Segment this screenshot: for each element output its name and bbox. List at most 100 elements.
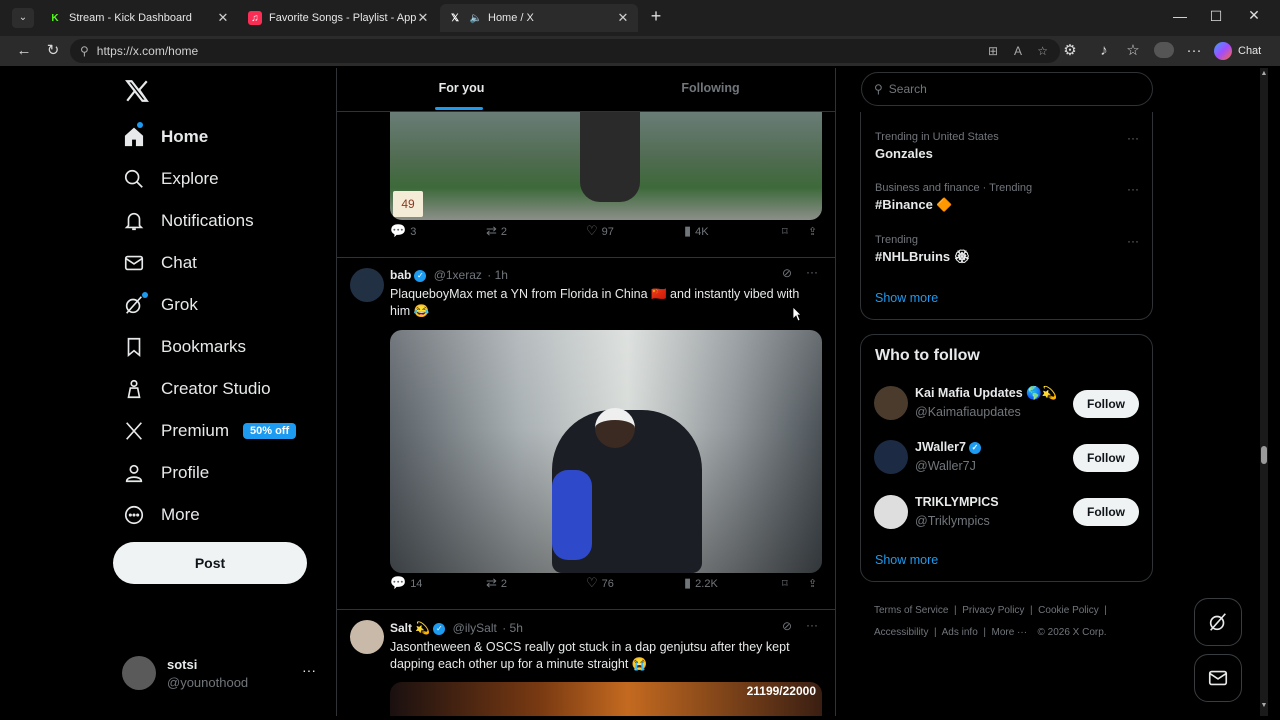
follow-button[interactable]: Follow [1073, 444, 1139, 472]
footer-link-terms[interactable]: Terms of Service [874, 605, 948, 616]
footer-link-privacy[interactable]: Privacy Policy [962, 605, 1024, 616]
trends-show-more-link[interactable]: Show more [875, 291, 938, 305]
tweet-more-icon[interactable]: ··· [806, 618, 818, 632]
repost-button[interactable]: ⇄ 2 [486, 223, 507, 239]
search-input[interactable]: ⚲ Search [861, 72, 1153, 106]
trend-item[interactable]: Business and finance · Trending #Binance… [875, 182, 1139, 213]
tweet-author-handle[interactable]: @1xeraz [434, 268, 482, 282]
account-more-icon[interactable]: ··· [302, 662, 316, 678]
trend-more-icon[interactable]: ··· [1127, 182, 1139, 196]
browser-tab-apple-music[interactable]: ♫ Favorite Songs - Playlist - Apple M ✕ [240, 4, 438, 32]
sidebar-item-explore[interactable]: Explore [123, 168, 219, 190]
close-tab-icon[interactable]: ✕ [216, 10, 230, 26]
reply-button[interactable]: 💬 3 [390, 223, 416, 239]
tweet-video[interactable]: 49 [390, 112, 822, 220]
sidebar-item-premium[interactable]: Premium 50% off [123, 420, 297, 442]
tweet-author-name[interactable]: Salt 💫 [390, 621, 430, 635]
trend-item[interactable]: Trending in United States Gonzales ··· [875, 131, 1139, 161]
copilot-icon [1214, 42, 1232, 60]
sidebar-item-notifications[interactable]: Notifications [123, 210, 254, 232]
close-tab-icon[interactable]: ✕ [416, 10, 430, 26]
scrollbar-thumb[interactable] [1261, 446, 1267, 464]
footer-link-ads-info[interactable]: Ads info [942, 627, 978, 638]
grok-float-button[interactable] [1194, 598, 1242, 646]
copilot-chat-button[interactable]: Chat [1214, 40, 1261, 62]
media-icon[interactable]: ♪ [1094, 41, 1114, 61]
tweet-author-avatar[interactable] [350, 268, 384, 302]
reader-icon[interactable]: ⊞ [988, 44, 998, 58]
favorites-icon[interactable]: ☆ [1123, 41, 1143, 61]
follow-suggestion-avatar[interactable] [874, 495, 908, 529]
speaker-icon[interactable]: 🔈 [469, 11, 483, 25]
like-button[interactable]: ♡ 97 [586, 223, 614, 239]
browser-profile-avatar[interactable] [1154, 42, 1174, 58]
close-window-icon[interactable]: ✕ [1244, 7, 1264, 27]
follow-button[interactable]: Follow [1073, 390, 1139, 418]
read-aloud-icon[interactable]: A [1014, 44, 1022, 58]
close-tab-icon[interactable]: ✕ [616, 10, 630, 26]
messages-float-button[interactable] [1194, 654, 1242, 702]
scrollbar-down-arrow[interactable]: ▼ [1260, 702, 1268, 712]
sidebar-item-profile[interactable]: Profile [123, 462, 209, 484]
site-info-icon[interactable]: ⚲ [80, 44, 89, 58]
account-switcher[interactable]: sotsi @younothood ··· [122, 656, 322, 692]
share-icon[interactable]: ⇪ [808, 577, 817, 590]
browser-tab-x-home[interactable]: 𝕏 🔈 Home / X ✕ [440, 4, 638, 32]
favorite-star-icon[interactable]: ☆ [1037, 44, 1048, 58]
bookmark-tweet-icon[interactable]: ⌑ [782, 225, 788, 238]
tweet-video[interactable]: 21199/22000 [390, 682, 822, 716]
trend-more-icon[interactable]: ··· [1127, 131, 1139, 145]
tweet-author-handle[interactable]: @ilySalt [453, 621, 497, 635]
follow-suggestion-avatar[interactable] [874, 386, 908, 420]
tweet-author-name[interactable]: bab [390, 268, 411, 282]
sidebar-item-more[interactable]: More [123, 504, 200, 526]
footer-link-more[interactable]: More ··· [992, 627, 1028, 638]
tweet-author-avatar[interactable] [350, 620, 384, 654]
refresh-icon[interactable]: ↻ [43, 41, 63, 61]
sidebar-item-bookmarks[interactable]: Bookmarks [123, 336, 246, 358]
share-icon[interactable]: ⇪ [808, 225, 817, 238]
address-bar-input[interactable]: ⚲ https://x.com/home ⊞ A ☆ [70, 39, 1060, 63]
follow-suggestion-name[interactable]: JWaller7 [915, 440, 966, 454]
reply-button[interactable]: 💬 14 [390, 575, 422, 591]
sidebar-item-creator-studio[interactable]: Creator Studio [123, 378, 271, 400]
trend-more-icon[interactable]: ··· [1127, 234, 1139, 248]
new-tab-icon[interactable]: + [646, 6, 666, 26]
x-logo-icon[interactable] [124, 78, 150, 104]
grok-explain-icon[interactable]: ⊘ [782, 619, 792, 633]
sidebar-item-chat[interactable]: Chat [123, 252, 197, 274]
extensions-icon[interactable]: ⚙ [1060, 41, 1080, 61]
post-button[interactable]: Post [113, 542, 307, 584]
follow-show-more-link[interactable]: Show more [875, 553, 938, 567]
trend-item[interactable]: Trending #NHLBruins 🏵 ··· [875, 234, 1139, 265]
browser-tab-kick[interactable]: K Stream - Kick Dashboard ✕ [40, 4, 238, 32]
views-button[interactable]: ▮ 4K [684, 223, 709, 239]
like-button[interactable]: ♡ 76 [586, 575, 614, 591]
tweet-timestamp[interactable]: · 5h [502, 621, 523, 635]
follow-button[interactable]: Follow [1073, 498, 1139, 526]
tab-active-indicator [435, 107, 483, 110]
grok-explain-icon[interactable]: ⊘ [782, 266, 792, 280]
follow-suggestion-name[interactable]: TRIKLYMPICS [915, 495, 999, 509]
tab-actions-icon[interactable]: ⌄ [12, 8, 34, 28]
maximize-icon[interactable]: ☐ [1206, 8, 1226, 28]
tweet-video[interactable] [390, 330, 822, 573]
sidebar-item-grok[interactable]: Grok [123, 294, 198, 316]
footer-link-cookies[interactable]: Cookie Policy [1038, 605, 1099, 616]
back-arrow-icon[interactable]: ← [14, 41, 34, 61]
sidebar-item-home[interactable]: Home [123, 126, 208, 148]
minimize-icon[interactable]: — [1170, 8, 1190, 28]
repost-button[interactable]: ⇄ 2 [486, 575, 507, 591]
views-button[interactable]: ▮ 2.2K [684, 575, 718, 591]
scrollbar-up-arrow[interactable]: ▲ [1260, 70, 1268, 80]
tweet-timestamp[interactable]: · 1h [487, 268, 508, 282]
follow-suggestion-avatar[interactable] [874, 440, 908, 474]
browser-menu-icon[interactable]: ··· [1184, 41, 1204, 61]
tab-following[interactable]: Following [586, 68, 835, 112]
page-scrollbar[interactable]: ▲ ▼ [1260, 68, 1268, 716]
bookmark-tweet-icon[interactable]: ⌑ [782, 577, 788, 590]
footer-link-accessibility[interactable]: Accessibility [874, 627, 928, 638]
tweet-more-icon[interactable]: ··· [806, 265, 818, 279]
follow-suggestion-name[interactable]: Kai Mafia Updates 🌎💫 [915, 386, 1057, 401]
tab-for-you[interactable]: For you [337, 68, 586, 112]
